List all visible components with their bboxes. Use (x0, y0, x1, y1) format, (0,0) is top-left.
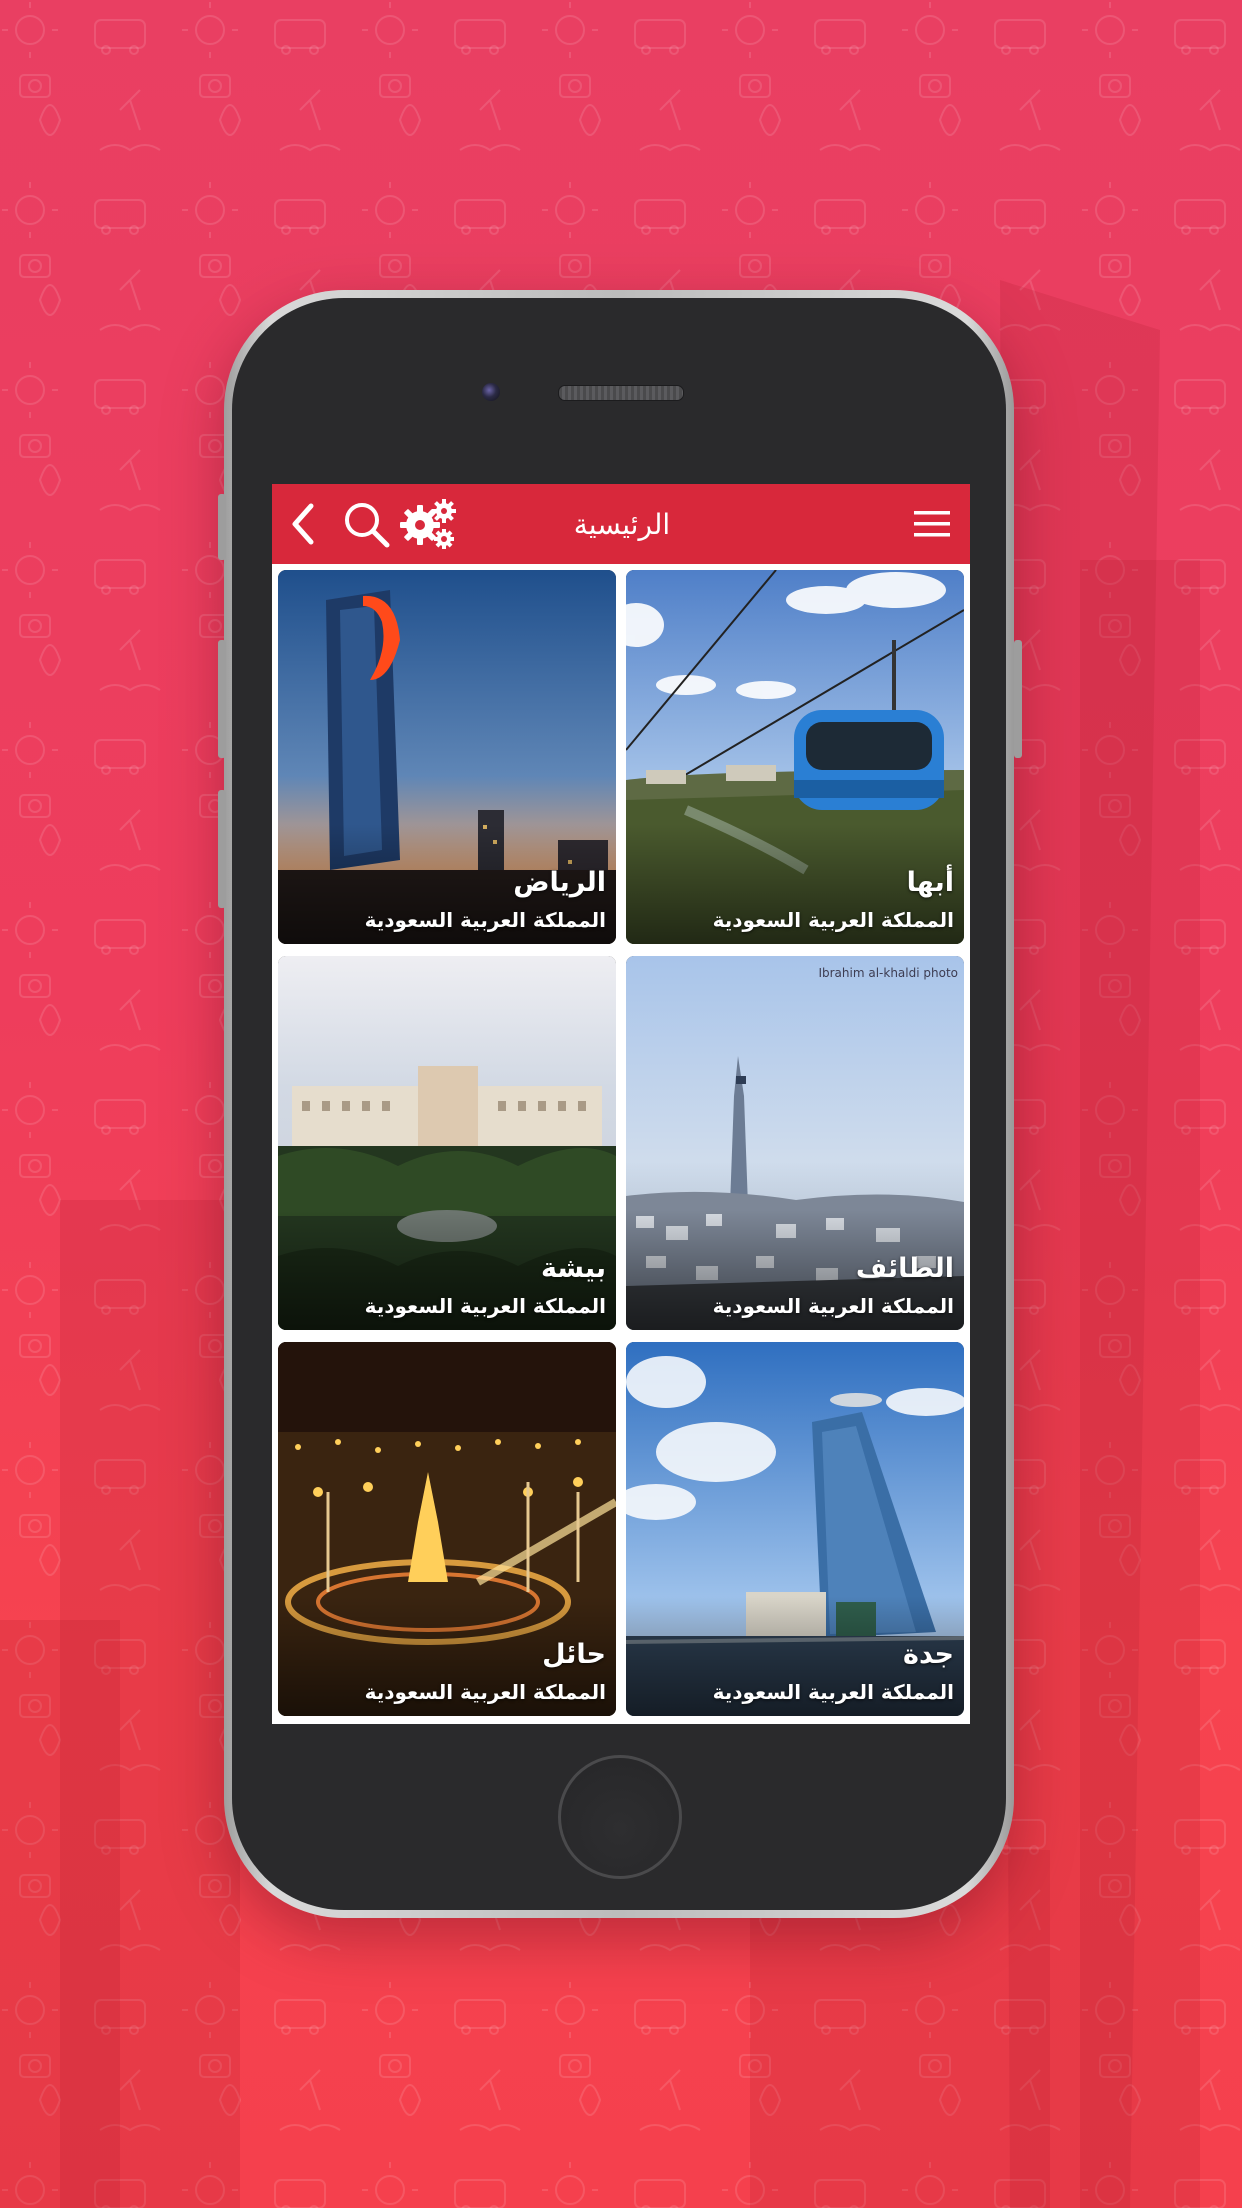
city-name: الطائف (855, 1253, 954, 1284)
city-country: المملكة العربية السعودية (712, 1294, 954, 1318)
power-button (1014, 640, 1022, 758)
search-button[interactable] (336, 484, 396, 564)
city-name: الرياض (513, 867, 606, 898)
front-camera (482, 383, 500, 401)
earpiece-speaker (558, 385, 684, 401)
search-icon (345, 503, 390, 548)
city-name: حائل (542, 1639, 606, 1670)
city-card-abha[interactable]: أبها المملكة العربية السعودية (626, 570, 964, 944)
city-country: المملكة العربية السعودية (364, 908, 606, 932)
city-name: جدة (903, 1639, 954, 1670)
page-title: الرئيسية (573, 507, 671, 541)
top-app-bar: الرئيسية (272, 484, 970, 564)
city-country: المملكة العربية السعودية (364, 1680, 606, 1704)
menu-button[interactable] (902, 484, 962, 564)
city-card-jeddah[interactable]: جدة المملكة العربية السعودية (626, 1342, 964, 1716)
gears-icon (400, 499, 456, 549)
city-card-taif[interactable]: Ibrahim al-khaldi photo الطائف المملكة ا… (626, 956, 964, 1330)
silent-switch (218, 494, 226, 560)
hamburger-menu-icon (914, 511, 950, 537)
city-card-riyadh[interactable]: الرياض المملكة العربية السعودية (278, 570, 616, 944)
settings-button[interactable] (398, 484, 460, 564)
volume-up-button (218, 640, 226, 758)
photo-credit: Ibrahim al-khaldi photo (818, 966, 958, 980)
home-button[interactable] (558, 1755, 682, 1879)
city-name: أبها (906, 867, 954, 898)
back-button[interactable] (276, 484, 332, 564)
volume-down-button (218, 790, 226, 908)
city-country: المملكة العربية السعودية (364, 1294, 606, 1318)
city-name: بيشة (540, 1253, 606, 1284)
app-screen: الرئيسية الرياض المملكة العربية السعودية… (272, 484, 970, 1724)
city-country: المملكة العربية السعودية (712, 908, 954, 932)
city-card-bisha[interactable]: بيشة المملكة العربية السعودية (278, 956, 616, 1330)
chevron-left-icon (292, 503, 314, 545)
city-card-hail[interactable]: حائل المملكة العربية السعودية (278, 1342, 616, 1716)
city-country: المملكة العربية السعودية (712, 1680, 954, 1704)
